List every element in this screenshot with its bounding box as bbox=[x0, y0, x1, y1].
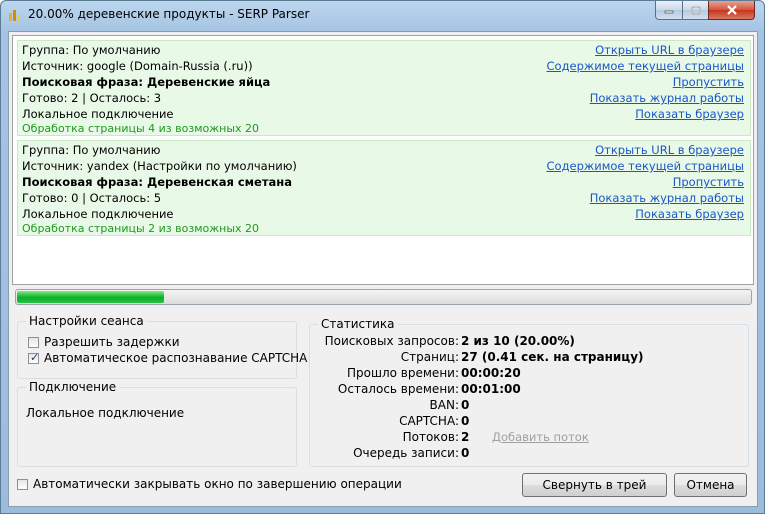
checkbox-box[interactable] bbox=[28, 336, 39, 348]
connection-value: Локальное подключение bbox=[26, 406, 185, 420]
app-window: 20.00% деревенские продукты - SERP Parse… bbox=[0, 0, 765, 514]
task-item: Группа: По умолчанию Источник: google (D… bbox=[17, 40, 751, 136]
close-icon bbox=[726, 5, 737, 15]
show-browser-link[interactable]: Показать браузер bbox=[635, 107, 744, 121]
task-phrase: Поисковая фраза: Деревенские яйца bbox=[22, 75, 271, 89]
page-content-link[interactable]: Содержимое текущей страницы bbox=[547, 59, 745, 73]
skip-link[interactable]: Пропустить bbox=[673, 175, 744, 189]
show-log-link[interactable]: Показать журнал работы bbox=[590, 91, 744, 105]
stat-value: 2 bbox=[461, 430, 470, 444]
stat-label: Потоков: bbox=[402, 430, 459, 444]
minimize-to-tray-button[interactable]: Свернуть в трей bbox=[522, 473, 667, 497]
session-settings-group: Настройки сеанса Разрешить задержки ✓ Ав… bbox=[17, 314, 307, 379]
captcha-label: Автоматическое распознавание CAPTCHA bbox=[44, 351, 308, 365]
close-button[interactable] bbox=[708, 1, 755, 20]
show-browser-link[interactable]: Показать браузер bbox=[635, 207, 744, 221]
minimize-button[interactable] bbox=[655, 1, 683, 20]
stat-label: CAPTCHA: bbox=[399, 414, 459, 428]
connection-group: Подключение Локальное подключение bbox=[17, 380, 297, 467]
progress-fill bbox=[17, 291, 164, 303]
window-title: 20.00% деревенские продукты - SERP Parse… bbox=[28, 7, 310, 21]
task-item: Группа: По умолчанию Источник: yandex (Н… bbox=[17, 140, 751, 236]
stat-value: 00:01:00 bbox=[461, 382, 521, 396]
task-list[interactable]: Группа: По умолчанию Источник: google (D… bbox=[12, 35, 754, 285]
app-icon bbox=[9, 10, 20, 21]
session-settings-title: Настройки сеанса bbox=[26, 314, 147, 328]
allow-delays-checkbox[interactable]: Разрешить задержки bbox=[28, 335, 180, 349]
checkmark-icon: ✓ bbox=[30, 350, 40, 364]
overall-progress-bar bbox=[15, 289, 752, 305]
task-connection: Локальное подключение bbox=[22, 207, 174, 221]
stat-value: 2 из 10 (20.00%) bbox=[461, 334, 575, 348]
maximize-button[interactable] bbox=[682, 1, 709, 20]
open-url-link[interactable]: Открыть URL в браузере bbox=[595, 43, 744, 57]
stat-label: Очередь записи: bbox=[353, 446, 459, 460]
auto-close-label: Автоматически закрывать окно по завершен… bbox=[33, 477, 402, 491]
stat-value: 0 bbox=[461, 446, 470, 460]
page-content-link[interactable]: Содержимое текущей страницы bbox=[547, 159, 745, 173]
task-group: Группа: По умолчанию bbox=[22, 143, 161, 157]
allow-delays-label: Разрешить задержки bbox=[44, 335, 180, 349]
add-thread-link[interactable]: Добавить поток bbox=[492, 430, 589, 444]
stat-label: Прошло времени: bbox=[347, 366, 459, 380]
client-area: Группа: По умолчанию Источник: google (D… bbox=[8, 31, 758, 507]
skip-link[interactable]: Пропустить bbox=[673, 75, 744, 89]
checkbox-box[interactable]: ✓ bbox=[28, 350, 40, 364]
stat-label: Поисковых запросов: bbox=[324, 334, 459, 348]
cancel-button[interactable]: Отмена bbox=[674, 473, 747, 497]
stat-value: 27 (0.41 сек. на страницу) bbox=[461, 350, 644, 364]
stat-value: 00:00:20 bbox=[461, 366, 521, 380]
minimize-icon bbox=[664, 10, 674, 14]
auto-close-checkbox[interactable]: Автоматически закрывать окно по завершен… bbox=[17, 477, 402, 491]
stat-value: 0 bbox=[461, 414, 470, 428]
statistics-title: Статистика bbox=[318, 317, 398, 331]
maximize-icon bbox=[690, 5, 701, 15]
connection-title: Подключение bbox=[26, 380, 120, 394]
task-source: Источник: yandex (Настройки по умолчанию… bbox=[22, 159, 297, 173]
stat-label: BAN: bbox=[429, 398, 459, 412]
task-progress-text: Обработка страницы 4 из возможных 20 bbox=[22, 122, 260, 135]
captcha-checkbox[interactable]: ✓ Автоматическое распознавание CAPTCHA bbox=[28, 351, 307, 365]
stat-label: Страниц: bbox=[400, 350, 459, 364]
task-phrase: Поисковая фраза: Деревенская сметана bbox=[22, 175, 292, 189]
open-url-link[interactable]: Открыть URL в браузере bbox=[595, 143, 744, 157]
task-done: Готово: 2 | Осталось: 3 bbox=[22, 91, 162, 105]
task-connection: Локальное подключение bbox=[22, 107, 174, 121]
title-bar[interactable]: 20.00% деревенские продукты - SERP Parse… bbox=[1, 1, 764, 29]
show-log-link[interactable]: Показать журнал работы bbox=[590, 191, 744, 205]
stat-value: 0 bbox=[461, 398, 470, 412]
task-source: Источник: google (Domain-Russia (.ru)) bbox=[22, 59, 253, 73]
task-group: Группа: По умолчанию bbox=[22, 43, 161, 57]
stat-label: Осталось времени: bbox=[337, 382, 459, 396]
task-progress-text: Обработка страницы 2 из возможных 20 bbox=[22, 222, 260, 235]
task-done: Готово: 0 | Осталось: 5 bbox=[22, 191, 162, 205]
checkbox-box[interactable] bbox=[17, 478, 28, 490]
